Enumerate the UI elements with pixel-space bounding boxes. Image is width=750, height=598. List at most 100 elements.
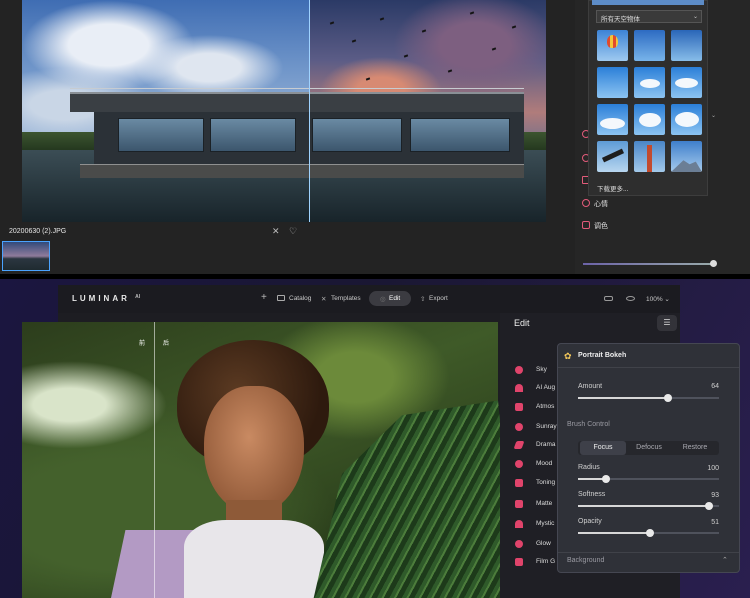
close-icon[interactable]: ✕: [272, 226, 280, 237]
building-deck: [80, 164, 524, 178]
tool-glow[interactable]: Glow: [536, 540, 551, 547]
building-roof: [70, 92, 524, 112]
catalog-icon: [277, 295, 285, 301]
tool-ai-augmented[interactable]: AI Aug: [536, 384, 555, 391]
nav-export[interactable]: Export: [429, 295, 448, 302]
chevron-up-icon[interactable]: ⌃: [722, 556, 728, 564]
edit-title: Edit: [514, 318, 530, 328]
sky-thumb-gull[interactable]: [597, 67, 628, 98]
add-photo-button[interactable]: +: [261, 292, 267, 303]
sky-thumb-flock[interactable]: [671, 30, 702, 61]
amount-label: Amount: [578, 383, 603, 390]
toning-icon: [515, 479, 523, 487]
ai-augmented-icon: [515, 384, 523, 392]
sky-category-dropdown[interactable]: 所有天空物体 ⌄: [596, 10, 702, 23]
amount-slider-track[interactable]: [583, 263, 713, 265]
tool-mystical[interactable]: Mystic: [536, 520, 554, 527]
compare-icon[interactable]: [604, 296, 613, 301]
zoom-level[interactable]: 100% ⌄: [646, 295, 670, 303]
side-item-toning[interactable]: 调色: [594, 221, 608, 231]
tool-toning[interactable]: Toning: [536, 479, 555, 486]
opacity-label: Opacity: [578, 518, 602, 525]
portrait-bokeh-panel: [557, 343, 740, 573]
bokeh-icon: ✿: [564, 351, 572, 361]
mood-icon[interactable]: [582, 199, 590, 207]
selected-sky-preview: [592, 0, 704, 5]
portrait-face: [204, 386, 304, 514]
opacity-slider-knob[interactable]: [645, 529, 654, 537]
logo-sup: AI: [135, 294, 141, 300]
compare-split-line[interactable]: [309, 0, 310, 222]
chevron-down-icon[interactable]: ⌄: [711, 112, 716, 119]
tool-atmosphere[interactable]: Atmos: [536, 403, 554, 410]
app-logo: LUMINAR AI: [72, 294, 140, 303]
mood-icon: [515, 460, 523, 468]
building-window: [410, 118, 510, 152]
sunrays-icon: [515, 423, 523, 431]
tool-sky[interactable]: Sky: [536, 366, 547, 373]
sky-category-value: 所有天空物体: [601, 16, 640, 23]
matte-icon: [515, 500, 523, 508]
amount-slider-fill: [578, 397, 669, 399]
amount-slider-knob[interactable]: [710, 260, 717, 267]
brush-control-label: Brush Control: [567, 421, 610, 428]
brush-defocus-button[interactable]: Defocus: [626, 441, 672, 455]
opacity-value: 51: [711, 519, 719, 526]
softness-label: Softness: [578, 491, 606, 498]
sky-thumb-clouds[interactable]: [597, 104, 628, 135]
filmstrip-thumbnail[interactable]: [2, 241, 50, 271]
heart-icon[interactable]: ♡: [289, 226, 297, 237]
softness-slider-fill: [578, 505, 710, 507]
sky-thumb-tower[interactable]: [634, 141, 665, 172]
brush-restore-button[interactable]: Restore: [672, 441, 718, 455]
nav-edit-label[interactable]: Edit: [389, 295, 400, 302]
nav-templates[interactable]: Templates: [331, 295, 361, 302]
tool-sunrays[interactable]: Sunray: [536, 423, 557, 430]
screenshot-collage: 20200630 (2).JPG ✕ ♡ 心情 调色 所有天空物体 ⌄ 下载更多…: [0, 0, 750, 598]
adjustments-icon[interactable]: ☰: [657, 315, 677, 331]
brush-mode-segmented-control: Focus Defocus Restore: [578, 441, 719, 455]
eye-icon[interactable]: [626, 296, 635, 301]
templates-icon: ✕: [321, 296, 327, 303]
toning-icon[interactable]: [582, 221, 590, 229]
tool-mood[interactable]: Mood: [536, 460, 552, 467]
tool-drama[interactable]: Drama: [536, 441, 556, 448]
sky-thumb-clouds[interactable]: [671, 104, 702, 135]
sky-thumb-balloon[interactable]: [597, 30, 628, 61]
amount-slider[interactable]: [578, 394, 719, 402]
softness-slider[interactable]: [578, 502, 719, 510]
mystical-icon: [515, 520, 523, 528]
export-icon: ⇧: [420, 296, 426, 303]
side-item-mood[interactable]: 心情: [594, 199, 608, 209]
radius-slider[interactable]: [578, 475, 719, 483]
chevron-down-icon: ⌄: [692, 14, 698, 20]
building-window: [118, 118, 204, 152]
sky-thumb-mountain[interactable]: [671, 141, 702, 172]
radius-value: 100: [707, 465, 719, 472]
divider: [558, 367, 739, 368]
building-window: [312, 118, 402, 152]
opacity-slider[interactable]: [578, 529, 719, 537]
nav-catalog[interactable]: Catalog: [289, 295, 311, 302]
before-label: 前: [139, 341, 146, 347]
before-after-divider[interactable]: [154, 322, 155, 598]
filename-label: 20200630 (2).JPG: [9, 228, 67, 235]
background-section-label[interactable]: Background: [567, 557, 604, 564]
tool-matte[interactable]: Matte: [536, 500, 552, 507]
sky-thumb-clouds[interactable]: [634, 67, 665, 98]
sky-thumb-birds[interactable]: [634, 30, 665, 61]
glow-icon: [515, 540, 523, 548]
opacity-slider-fill: [578, 532, 650, 534]
tool-film-grain[interactable]: Film G: [536, 558, 555, 565]
bokeh-title: Portrait Bokeh: [578, 352, 627, 359]
film-grain-icon: [515, 558, 523, 566]
sky-thumb-eagle[interactable]: [597, 141, 628, 172]
portrait-shirt: [184, 520, 324, 598]
logo-text: LUMINAR: [72, 294, 130, 303]
download-more-link[interactable]: 下载更多...: [597, 183, 628, 193]
brush-focus-button[interactable]: Focus: [580, 441, 626, 455]
sky-thumb-clouds[interactable]: [671, 67, 702, 98]
sky-thumb-clouds[interactable]: [634, 104, 665, 135]
atmosphere-icon: [515, 403, 523, 411]
amount-value: 64: [711, 383, 719, 390]
